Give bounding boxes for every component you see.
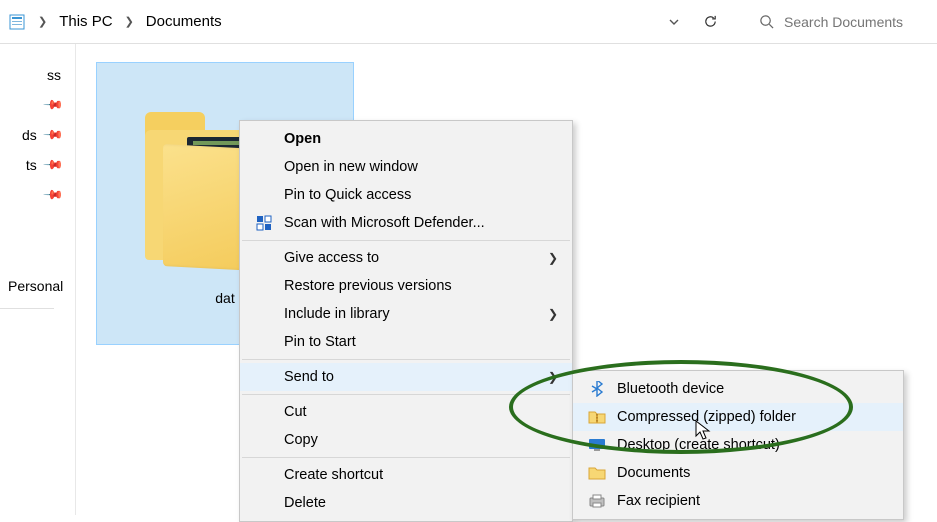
search-icon	[759, 14, 774, 29]
menu-item-open-new-window[interactable]: Open in new window	[240, 153, 572, 181]
pin-icon: 📌	[42, 94, 65, 117]
fax-icon	[585, 490, 609, 512]
menu-item-restore-versions[interactable]: Restore previous versions	[240, 272, 572, 300]
submenu-item-desktop-shortcut[interactable]: Desktop (create shortcut)	[573, 431, 903, 459]
pin-icon: 📌	[42, 184, 65, 207]
breadcrumb-separator: ❯	[32, 15, 53, 28]
submenu-arrow-icon: ❯	[548, 251, 558, 265]
zip-folder-icon	[585, 406, 609, 428]
context-menu: Open Open in new window Pin to Quick acc…	[239, 120, 573, 522]
sidebar-quick-item[interactable]: ss	[0, 60, 75, 90]
submenu-arrow-icon: ❯	[548, 307, 558, 321]
pin-icon: 📌	[42, 154, 65, 177]
sidebar-quick-item[interactable]: ts 📌	[0, 150, 75, 180]
breadcrumb-documents[interactable]: Documents	[146, 13, 222, 30]
sidebar-item-label: ss	[47, 67, 61, 83]
menu-separator	[242, 240, 570, 241]
menu-item-create-shortcut[interactable]: Create shortcut	[240, 461, 572, 489]
bluetooth-icon	[585, 378, 609, 400]
sidebar-quick-item[interactable]: 📌	[0, 180, 75, 210]
history-dropdown-button[interactable]	[659, 7, 689, 37]
menu-separator	[242, 394, 570, 395]
sidebar-item-label: ds	[22, 127, 37, 143]
submenu-item-documents[interactable]: Documents	[573, 459, 903, 487]
menu-item-cut[interactable]: Cut	[240, 398, 572, 426]
desktop-icon	[585, 434, 609, 456]
address-bar: ❯ This PC ❯ Documents	[0, 0, 937, 44]
menu-separator	[242, 359, 570, 360]
sidebar: ss 📌 ds 📌 ts 📌 📌 Personal	[0, 44, 76, 515]
menu-item-give-access[interactable]: Give access to❯	[240, 244, 572, 272]
menu-separator	[242, 457, 570, 458]
submenu-arrow-icon: ❯	[548, 370, 558, 384]
sidebar-personal[interactable]: Personal	[0, 266, 75, 306]
menu-item-copy[interactable]: Copy	[240, 426, 572, 454]
sidebar-item-label: ts	[26, 157, 37, 173]
sidebar-quick-item[interactable]: ds 📌	[0, 120, 75, 150]
menu-item-send-to[interactable]: Send to❯	[240, 363, 572, 391]
sidebar-quick-item[interactable]: 📌	[0, 90, 75, 120]
search-input[interactable]	[784, 14, 929, 30]
menu-item-delete[interactable]: Delete	[240, 489, 572, 517]
sendto-submenu: Bluetooth device Compressed (zipped) fol…	[572, 370, 904, 520]
submenu-item-bluetooth[interactable]: Bluetooth device	[573, 375, 903, 403]
defender-icon	[252, 212, 276, 234]
folder-icon	[585, 462, 609, 484]
search-box[interactable]	[749, 7, 929, 37]
refresh-button[interactable]	[695, 7, 725, 37]
location-icon	[8, 13, 26, 31]
pin-icon: 📌	[42, 124, 65, 147]
menu-item-scan-defender[interactable]: Scan with Microsoft Defender...	[240, 209, 572, 237]
menu-item-pin-start[interactable]: Pin to Start	[240, 328, 572, 356]
submenu-item-fax[interactable]: Fax recipient	[573, 487, 903, 515]
menu-item-include-library[interactable]: Include in library❯	[240, 300, 572, 328]
submenu-item-compressed-folder[interactable]: Compressed (zipped) folder	[573, 403, 903, 431]
breadcrumb-this-pc[interactable]: This PC	[59, 13, 112, 30]
breadcrumb-separator: ❯	[119, 15, 140, 28]
folder-label: dat	[215, 290, 234, 306]
sidebar-separator	[0, 308, 54, 309]
menu-item-open[interactable]: Open	[240, 125, 572, 153]
menu-item-pin-quick-access[interactable]: Pin to Quick access	[240, 181, 572, 209]
